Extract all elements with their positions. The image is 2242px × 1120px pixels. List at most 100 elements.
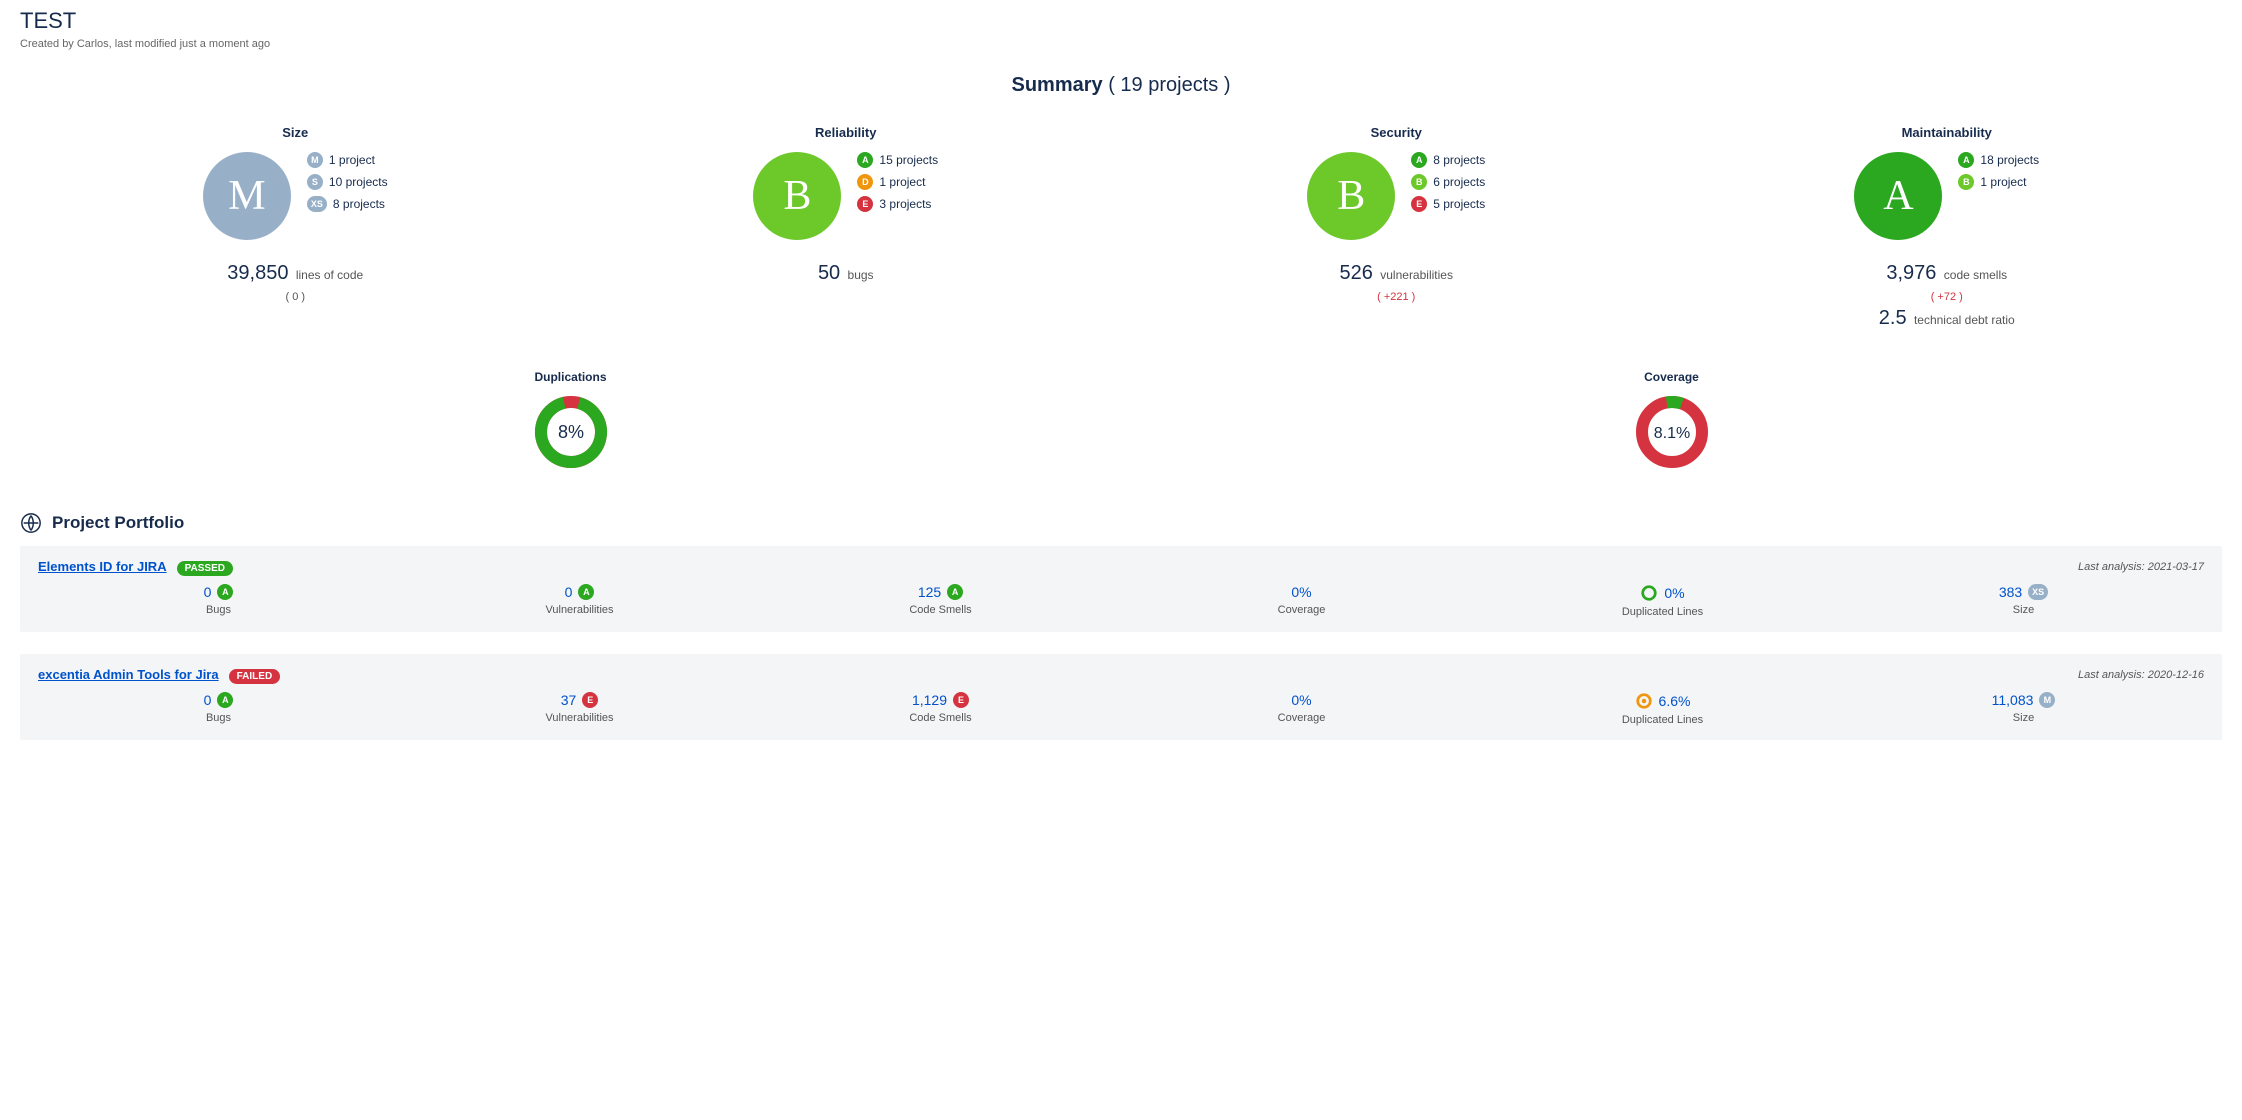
stat-value[interactable]: 383 (1999, 584, 2022, 600)
stat-value[interactable]: 125 (918, 584, 941, 600)
stat-value[interactable]: 37 (561, 692, 577, 708)
size-grade-circle: M (203, 152, 291, 240)
gauge-title: Duplications (534, 370, 606, 384)
legend-text: 1 project (1980, 175, 2026, 189)
legend-text: 15 projects (879, 153, 938, 167)
status-badge: FAILED (229, 669, 281, 684)
project-stat: 383XSSize (1843, 584, 2204, 618)
project-name-link[interactable]: Elements ID for JIRA (38, 559, 167, 574)
stat-value[interactable]: 0% (1664, 585, 1684, 601)
stat-label: Bugs (38, 604, 399, 616)
stat-value[interactable]: 0% (1291, 584, 1311, 600)
reliability-bugs-value: 50 (818, 262, 840, 284)
page-title: TEST (20, 8, 2222, 34)
legend-text: 8 projects (333, 197, 385, 211)
legend-item: XS 8 projects (307, 196, 385, 212)
legend-item: A8 projects (1411, 152, 1485, 168)
project-card: Elements ID for JIRA PASSED Last analysis:… (20, 546, 2222, 632)
duplications-value: 8% (557, 422, 583, 442)
stat-value[interactable]: 11,083 (1992, 692, 2034, 708)
stat-value[interactable]: 0 (204, 692, 212, 708)
stat-value[interactable]: 0 (204, 584, 212, 600)
grade-chip-icon: A (857, 152, 873, 168)
duplications-donut-icon: 8% (531, 392, 611, 472)
stat-value[interactable]: 0 (565, 584, 573, 600)
ring-icon (1640, 584, 1658, 602)
legend-text: 6 projects (1433, 175, 1485, 189)
project-stat: 0%Coverage (1121, 584, 1482, 618)
gauges-row: Duplications 8% Coverage 8.1% (20, 370, 2222, 472)
page-subtitle: Created by Carlos, last modified just a … (20, 38, 2222, 50)
size-loc-value: 39,850 (227, 262, 288, 284)
project-stat: 125ACode Smells (760, 584, 1121, 618)
legend-item: D1 project (857, 174, 925, 190)
legend-text: 10 projects (329, 175, 388, 189)
size-legend: M1 projectS10 projectsXS8 projects (307, 152, 388, 212)
maint-debt-label: technical debt ratio (1914, 313, 2015, 327)
stat-label: Duplicated Lines (1482, 714, 1843, 726)
grade-chip-icon: A (1958, 152, 1974, 168)
grade-chip-icon: A (217, 584, 233, 600)
coverage-donut-icon: 8.1% (1632, 392, 1712, 472)
stat-value[interactable]: 0% (1291, 692, 1311, 708)
reliability-stats: 50 bugs (818, 262, 874, 285)
reliability-bugs-label: bugs (848, 268, 874, 282)
stat-label: Size (1843, 712, 2204, 724)
stat-label: Bugs (38, 712, 399, 724)
project-stat: 0% Duplicated Lines (1482, 584, 1843, 618)
status-badge: PASSED (177, 561, 233, 576)
grade-chip-icon: XS (307, 196, 327, 212)
stat-label: Code Smells (760, 712, 1121, 724)
legend-item: B1 project (1958, 174, 2026, 190)
portfolio-heading: Project Portfolio (52, 513, 184, 533)
grade-chip-icon: B (1411, 174, 1427, 190)
maint-debt-value: 2.5 (1879, 307, 1907, 329)
maint-smells-value: 3,976 (1886, 262, 1936, 284)
grade-chip-icon: E (582, 692, 598, 708)
portfolio-section-header: Project Portfolio (20, 512, 2222, 534)
metric-title: Maintainability (1902, 125, 1992, 140)
project-stat: 6.6% Duplicated Lines (1482, 692, 1843, 726)
project-stat: 0A Bugs (38, 584, 399, 618)
security-stats: 526 vulnerabilities ( +221 ) (1340, 262, 1453, 303)
maint-delta: ( +72 ) (1931, 291, 1963, 303)
project-stat: 11,083MSize (1843, 692, 2204, 726)
maintainability-legend: A 18 projects B1 project (1958, 152, 2039, 190)
stat-value[interactable]: 1,129 (912, 692, 947, 708)
metrics-row: Size M M1 projectS10 projectsXS8 project… (20, 125, 2222, 330)
project-stat: 0%Coverage (1121, 692, 1482, 726)
legend-item: A 15 projects (857, 152, 938, 168)
gauge-title: Coverage (1644, 370, 1699, 384)
metric-maintainability: Maintainability A A 18 projects B1 project… (1672, 125, 2223, 330)
grade-chip-icon: D (857, 174, 873, 190)
stat-label: Duplicated Lines (1482, 606, 1843, 618)
maintainability-grade-circle: A (1854, 152, 1942, 240)
metric-title: Security (1371, 125, 1422, 140)
metric-title: Size (282, 125, 308, 140)
maint-smells-label: code smells (1944, 268, 2007, 282)
metric-size: Size M M1 projectS10 projectsXS8 project… (20, 125, 571, 330)
grade-chip-icon: A (1411, 152, 1427, 168)
project-stat: 37 E Vulnerabilities (399, 692, 760, 726)
legend-item: E3 projects (857, 196, 931, 212)
summary-count: ( 19 projects ) (1108, 74, 1230, 96)
project-name-link[interactable]: excentia Admin Tools for Jira (38, 667, 219, 682)
reliability-legend: A 15 projects D1 project E3 projects (857, 152, 938, 212)
summary-heading: Summary ( 19 projects ) (20, 74, 2222, 97)
stat-value[interactable]: 6.6% (1659, 693, 1691, 709)
legend-item: A 18 projects (1958, 152, 2039, 168)
security-legend: A8 projects B 6 projects E 5 projects (1411, 152, 1485, 212)
stat-label: Vulnerabilities (399, 604, 760, 616)
grade-chip-icon: E (1411, 196, 1427, 212)
project-stat: 0AVulnerabilities (399, 584, 760, 618)
last-analysis-text: Last analysis: 2020-12-16 (2078, 669, 2204, 681)
size-loc-label: lines of code (296, 268, 363, 282)
legend-text: 18 projects (1980, 153, 2039, 167)
stat-label: Vulnerabilities (399, 712, 760, 724)
grade-chip-icon: A (947, 584, 963, 600)
legend-text: 5 projects (1433, 197, 1485, 211)
ring-icon (1635, 692, 1653, 710)
security-vuln-label: vulnerabilities (1380, 268, 1453, 282)
last-analysis-text: Last analysis: 2021-03-17 (2078, 561, 2204, 573)
legend-item: M1 project (307, 152, 375, 168)
